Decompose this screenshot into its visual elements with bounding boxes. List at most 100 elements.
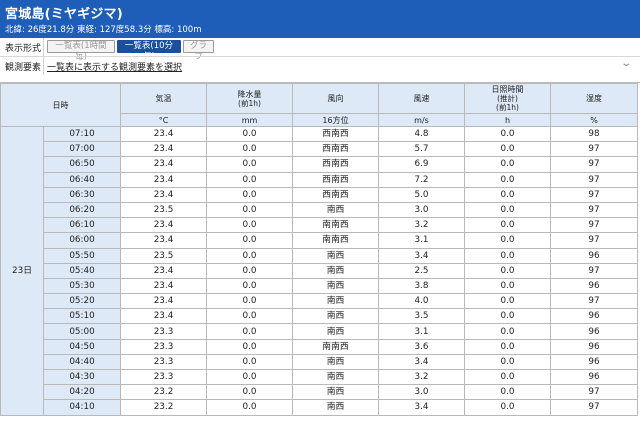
precipitation-cell: 0.0	[206, 353, 293, 371]
table-row: 05:30 23.4 0.0 南西 3.8 0.0 96	[1, 277, 638, 295]
table-row: 05:40 23.4 0.0 南西 2.5 0.0 97	[1, 262, 638, 279]
sunshine-cell: 0.0	[464, 323, 551, 340]
sunshine-cell: 0.0	[464, 156, 551, 173]
table-row: 06:20 23.5 0.0 南西 3.0 0.0 97	[1, 201, 638, 219]
time-cell: 06:20	[43, 201, 121, 219]
divider	[43, 38, 44, 56]
wind-direction-cell: 南西	[292, 399, 379, 416]
wind-speed-cell: 3.2	[378, 217, 465, 234]
humidity-cell: 96	[550, 247, 638, 264]
observation-elements-label: 観測要素	[5, 63, 42, 73]
temperature-cell: 23.4	[120, 308, 207, 325]
wind-speed-cell: 3.2	[378, 368, 465, 386]
temperature-cell: 23.4	[120, 125, 207, 143]
header-humidity: 湿度	[550, 83, 638, 114]
sunshine-cell: 0.0	[464, 384, 551, 401]
precipitation-cell: 0.0	[206, 141, 293, 158]
table-row: 06:30 23.4 0.0 西南西 5.0 0.0 97	[1, 186, 638, 203]
wind-speed-cell: 3.4	[378, 247, 465, 264]
temperature-cell: 23.3	[120, 368, 207, 386]
table-row: 04:50 23.3 0.0 南南西 3.6 0.0 96	[1, 338, 638, 355]
humidity-cell: 97	[550, 293, 638, 310]
time-cell: 05:50	[43, 247, 121, 264]
unit-sunshine: h	[464, 113, 551, 127]
humidity-cell: 97	[550, 141, 638, 158]
graph-button[interactable]: グラフ	[183, 40, 214, 62]
temperature-cell: 23.4	[120, 141, 207, 158]
ten-minute-table-button[interactable]: 一覧表(10分毎)	[117, 40, 181, 62]
wind-speed-cell: 3.4	[378, 399, 465, 416]
wind-direction-cell: 南西	[292, 293, 379, 310]
sunshine-cell: 0.0	[464, 125, 551, 143]
unit-wind-direction: 16方位	[292, 113, 379, 127]
sunshine-cell: 0.0	[464, 247, 551, 264]
hourly-table-button[interactable]: 一覧表(1時間毎)	[47, 40, 115, 62]
wind-speed-cell: 5.0	[378, 186, 465, 203]
precipitation-cell: 0.0	[206, 232, 293, 249]
time-cell: 07:00	[43, 141, 121, 158]
wind-speed-cell: 3.6	[378, 338, 465, 355]
precipitation-cell: 0.0	[206, 323, 293, 340]
table-row: 07:00 23.4 0.0 西南西 5.7 0.0 97	[1, 141, 638, 158]
unit-precipitation: mm	[206, 113, 293, 127]
controls-panel: 表示形式 一覧表(1時間毎) 一覧表(10分毎) グラフ 観測要素 一覧表に表示…	[0, 38, 640, 75]
table-row: 04:20 23.2 0.0 南西 3.0 0.0 97	[1, 384, 638, 401]
time-cell: 06:40	[43, 171, 121, 188]
precipitation-cell: 0.0	[206, 399, 293, 416]
temperature-cell: 23.2	[120, 384, 207, 401]
sunshine-cell: 0.0	[464, 368, 551, 386]
table-row: 06:10 23.4 0.0 南南西 3.2 0.0 97	[1, 217, 638, 234]
precipitation-cell: 0.0	[206, 125, 293, 143]
precipitation-cell: 0.0	[206, 293, 293, 310]
time-cell: 05:30	[43, 277, 121, 295]
header-datetime: 日時	[0, 83, 121, 127]
chevron-down-icon[interactable]: ⌄	[620, 58, 632, 69]
time-cell: 05:40	[43, 262, 121, 279]
wind-direction-cell: 西南西	[292, 156, 379, 173]
time-cell: 05:10	[43, 308, 121, 325]
precipitation-cell: 0.0	[206, 308, 293, 325]
humidity-cell: 97	[550, 156, 638, 173]
sunshine-cell: 0.0	[464, 399, 551, 416]
wind-direction-cell: 南西	[292, 262, 379, 279]
humidity-cell: 97	[550, 384, 638, 401]
header-precipitation: 降水量 (前1h)	[206, 83, 293, 114]
sunshine-cell: 0.0	[464, 308, 551, 325]
sunshine-cell: 0.0	[464, 217, 551, 234]
humidity-cell: 96	[550, 353, 638, 371]
wind-direction-cell: 西南西	[292, 125, 379, 143]
temperature-cell: 23.5	[120, 201, 207, 219]
observation-table-body: 23日 07:10 23.4 0.0 西南西 4.8 0.0 98 07:00 23.4 0.0 西南…	[0, 125, 638, 416]
unit-wind-speed: m/s	[378, 113, 465, 127]
table-row: 04:10 23.2 0.0 南西 3.4 0.0 97	[1, 399, 638, 416]
humidity-cell: 96	[550, 338, 638, 355]
temperature-cell: 23.4	[120, 293, 207, 310]
observation-elements-selector[interactable]: 一覧表に表示する観測要素を選択	[47, 60, 182, 73]
table-row: 05:10 23.4 0.0 南西 3.5 0.0 96	[1, 308, 638, 325]
temperature-cell: 23.4	[120, 156, 207, 173]
humidity-cell: 96	[550, 277, 638, 295]
humidity-cell: 97	[550, 232, 638, 249]
table-row: 05:50 23.5 0.0 南西 3.4 0.0 96	[1, 247, 638, 264]
precipitation-cell: 0.0	[206, 368, 293, 386]
precipitation-cell: 0.0	[206, 201, 293, 219]
humidity-cell: 96	[550, 308, 638, 325]
table-row: 06:00 23.4 0.0 南南西 3.1 0.0 97	[1, 232, 638, 249]
temperature-cell: 23.5	[120, 247, 207, 264]
header-precipitation-sub: (前1h)	[238, 98, 261, 108]
time-cell: 06:00	[43, 232, 121, 249]
precipitation-cell: 0.0	[206, 338, 293, 355]
wind-speed-cell: 3.1	[378, 232, 465, 249]
time-cell: 04:20	[43, 384, 121, 401]
header-sunshine-sub1: (推計)	[497, 94, 518, 103]
wind-speed-cell: 5.7	[378, 141, 465, 158]
table-row: 04:30 23.3 0.0 南西 3.2 0.0 96	[1, 368, 638, 386]
table-row: 06:40 23.4 0.0 西南西 7.2 0.0 97	[1, 171, 638, 188]
table-row: 05:20 23.4 0.0 南西 4.0 0.0 97	[1, 293, 638, 310]
precipitation-cell: 0.0	[206, 217, 293, 234]
wind-direction-cell: 南西	[292, 308, 379, 325]
observation-table-container[interactable]: 日時 気温 降水量 (前1h) 風向 風速 日照時間 (推計) (前1h) 湿度 °C…	[0, 82, 640, 426]
table-row: 04:40 23.3 0.0 南西 3.4 0.0 96	[1, 353, 638, 371]
wind-speed-cell: 3.4	[378, 353, 465, 371]
day-cell: 23日	[0, 126, 44, 416]
